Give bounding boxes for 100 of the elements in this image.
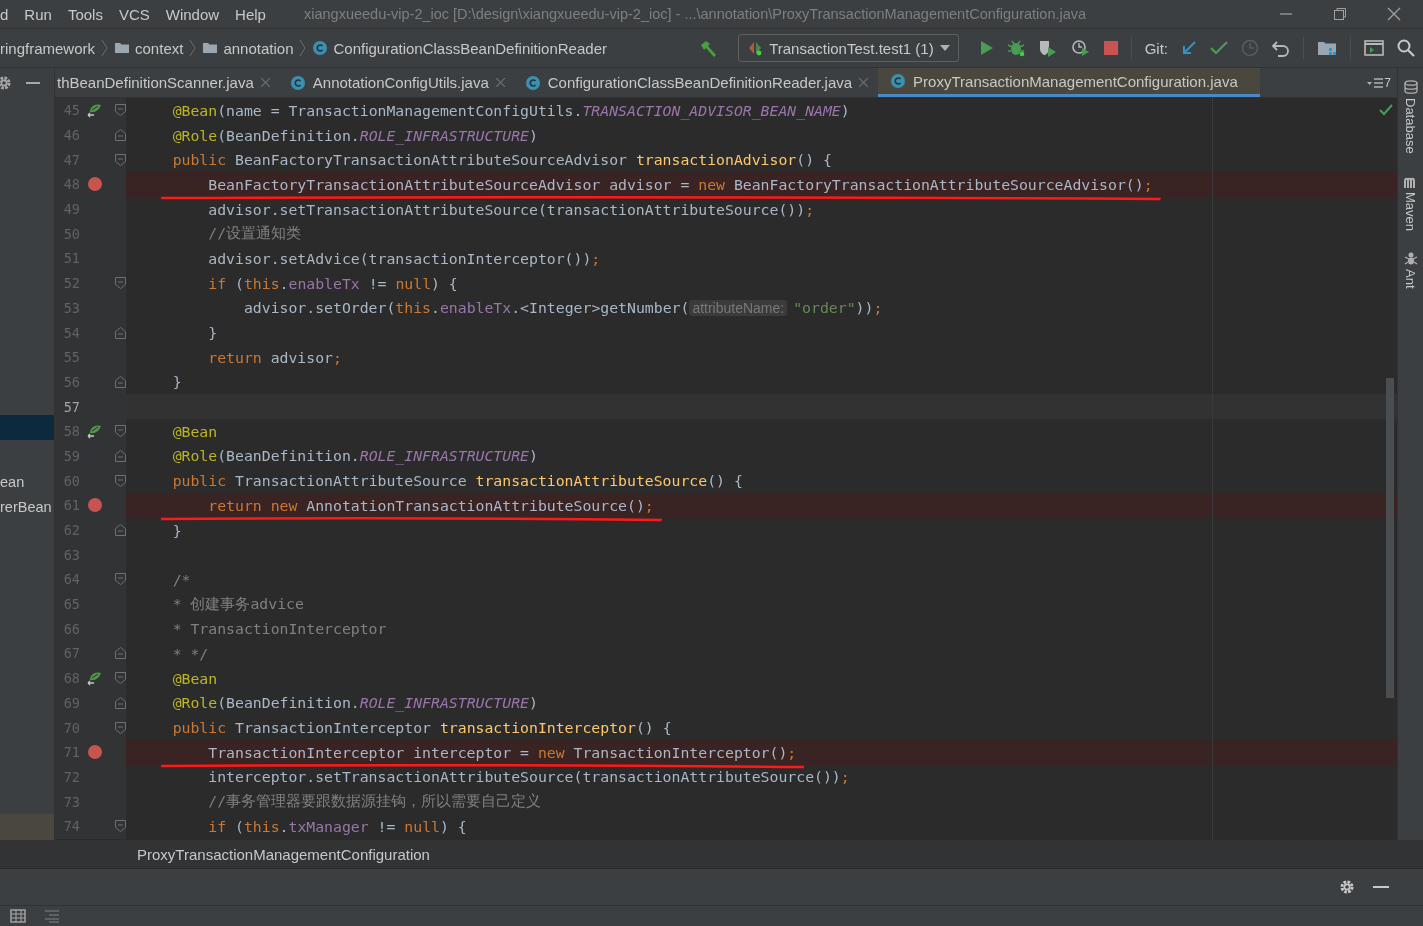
breadcrumb-item[interactable]: ProxyTransactionManagementConfiguration bbox=[137, 846, 430, 863]
menu-item[interactable]: Help bbox=[235, 5, 266, 23]
editor-tab[interactable]: ProxyTransactionManagementConfiguration.java bbox=[878, 68, 1260, 97]
breadcrumb-item[interactable]: ConfigurationClassBeanDefinitionReader bbox=[312, 39, 607, 57]
editor-tab[interactable]: thBeanDefinitionScanner.java bbox=[55, 68, 280, 97]
settings-icon[interactable] bbox=[0, 75, 12, 91]
fold-icon[interactable] bbox=[115, 672, 126, 685]
checkmark-icon[interactable] bbox=[1210, 40, 1228, 56]
tool-window-button[interactable]: Database bbox=[1403, 80, 1418, 154]
profiler-icon[interactable] bbox=[1070, 39, 1091, 57]
code-line: @Role(BeanDefinition.ROLE_INFRASTRUCTURE) bbox=[171, 126, 538, 144]
fold-icon[interactable] bbox=[115, 820, 126, 833]
fold-icon[interactable] bbox=[115, 721, 126, 734]
bug-icon[interactable] bbox=[1006, 39, 1025, 57]
code-line: return new AnnotationTransactionAttributeSource(); bbox=[207, 496, 654, 514]
code-line: public BeanFactoryTransactionAttributeSourceAdvisor transactionAdvisor() { bbox=[171, 151, 832, 169]
window-icon[interactable] bbox=[1364, 39, 1384, 57]
menu-item[interactable]: Window bbox=[165, 5, 220, 23]
code-line: public TransactionInterceptor transactionInterceptor() { bbox=[171, 719, 672, 737]
bean-icon[interactable] bbox=[87, 670, 103, 687]
code-line: /* bbox=[171, 570, 191, 588]
code-line: } bbox=[171, 521, 182, 539]
code-line: * TransactionInterceptor bbox=[171, 620, 387, 638]
tab-list-button[interactable]: 7 bbox=[1361, 68, 1397, 97]
bean-icon[interactable] bbox=[87, 423, 103, 440]
restore-icon[interactable] bbox=[1333, 7, 1347, 21]
fold-icon[interactable] bbox=[115, 524, 126, 537]
code-line: * 创建事务advice bbox=[171, 594, 304, 612]
menu-item[interactable]: Tools bbox=[67, 5, 103, 23]
inspection-ok-icon bbox=[1379, 104, 1393, 116]
code-line: public TransactionAttributeSource transactionAttributeSource() { bbox=[171, 472, 743, 490]
menu-item[interactable]: VCS bbox=[118, 5, 150, 23]
minimize-icon[interactable] bbox=[1373, 885, 1389, 889]
clock-icon[interactable] bbox=[1241, 39, 1259, 57]
code-line: } bbox=[207, 324, 218, 342]
fold-icon[interactable] bbox=[115, 326, 126, 339]
chevron-icon bbox=[299, 39, 307, 57]
tree-item[interactable]: ean bbox=[0, 470, 54, 495]
close-icon[interactable] bbox=[260, 78, 270, 87]
fold-icon[interactable] bbox=[115, 104, 126, 117]
close-icon[interactable] bbox=[1387, 7, 1401, 21]
breakpoint-icon[interactable] bbox=[88, 177, 102, 192]
table-icon[interactable] bbox=[10, 909, 26, 923]
tool-window-button[interactable]: Maven bbox=[1403, 173, 1418, 231]
list-icon bbox=[1367, 77, 1384, 88]
code-line: TransactionInterceptor interceptor = new TransactionInterceptor(); bbox=[207, 743, 797, 761]
class-icon bbox=[524, 74, 541, 91]
code-line: @Bean bbox=[171, 669, 218, 687]
run-configuration-dropdown[interactable]: TransactionTest.test1 (1) bbox=[738, 34, 959, 62]
fold-icon[interactable] bbox=[115, 375, 126, 388]
breadcrumb-item[interactable]: annotation bbox=[202, 39, 294, 57]
tool-window-button[interactable]: Ant bbox=[1403, 250, 1418, 289]
arrow-icon[interactable] bbox=[1181, 40, 1197, 56]
folder-icon bbox=[202, 40, 219, 56]
database-icon bbox=[1403, 80, 1418, 95]
class-icon bbox=[890, 73, 907, 89]
caret-icon bbox=[939, 45, 950, 51]
breadcrumb-item[interactable]: ringframework bbox=[0, 39, 96, 57]
bean-icon[interactable] bbox=[87, 102, 103, 119]
stop-icon[interactable] bbox=[1103, 41, 1118, 55]
breakpoint-icon[interactable] bbox=[88, 498, 102, 513]
fold-icon[interactable] bbox=[115, 573, 126, 586]
fold-icon[interactable] bbox=[115, 153, 126, 166]
scrollbar-thumb[interactable] bbox=[1386, 378, 1394, 698]
breakpoint-icon[interactable] bbox=[88, 745, 102, 760]
undo-icon[interactable] bbox=[1272, 39, 1290, 57]
search-icon[interactable] bbox=[1397, 39, 1415, 57]
run-config-icon bbox=[747, 40, 764, 56]
code-line: interceptor.setTransactionAttributeSource(transactionAttributeSource()); bbox=[207, 768, 850, 786]
code-line: @Role(BeanDefinition.ROLE_INFRASTRUCTURE) bbox=[171, 694, 538, 712]
fold-icon[interactable] bbox=[115, 425, 126, 438]
editor-tab[interactable]: ConfigurationClassBeanDefinitionReader.java bbox=[514, 68, 879, 97]
editor-tab[interactable]: AnnotationConfigUtils.java bbox=[279, 68, 515, 97]
folder-icon bbox=[114, 40, 131, 56]
vcs-label: Git: bbox=[1144, 39, 1168, 57]
menu-item[interactable]: d bbox=[0, 5, 9, 23]
fold-icon[interactable] bbox=[115, 696, 126, 709]
line-number: 57 bbox=[62, 398, 80, 415]
close-icon[interactable] bbox=[859, 78, 869, 87]
fold-icon[interactable] bbox=[115, 129, 126, 142]
code-line: if (this.txManager != null) { bbox=[207, 817, 467, 835]
fold-icon[interactable] bbox=[115, 277, 126, 290]
code-line: return advisor; bbox=[207, 348, 342, 366]
coverage-icon[interactable] bbox=[1037, 39, 1058, 57]
code-line: @Bean(name = TransactionManagementConfigUtils.TRANSACTION_ADVISOR_BEAN_NAME) bbox=[171, 101, 850, 119]
close-icon[interactable] bbox=[495, 78, 505, 87]
code-line: //事务管理器要跟数据源挂钩，所以需要自己定义 bbox=[207, 792, 542, 810]
lines-icon[interactable] bbox=[44, 909, 60, 923]
code-line: advisor.setAdvice(transactionInterceptor()); bbox=[207, 249, 601, 267]
project-structure-icon[interactable] bbox=[1317, 39, 1337, 57]
fold-icon[interactable] bbox=[115, 449, 126, 462]
tree-item[interactable]: rerBean bbox=[0, 495, 54, 520]
settings-icon[interactable] bbox=[1339, 879, 1355, 895]
menu-item[interactable]: Run bbox=[24, 5, 52, 23]
class-icon bbox=[289, 74, 306, 91]
window-title: xiangxueedu-vip-2_ioc [D:\design\xiangxueedu-vip-2_ioc] - ...\annotation\ProxyTransactionManagementConfiguration.java bbox=[303, 6, 1088, 22]
fold-icon[interactable] bbox=[115, 647, 126, 660]
fold-icon[interactable] bbox=[115, 474, 126, 487]
code-line: @Bean bbox=[171, 422, 218, 440]
breadcrumb-item[interactable]: context bbox=[114, 39, 184, 57]
